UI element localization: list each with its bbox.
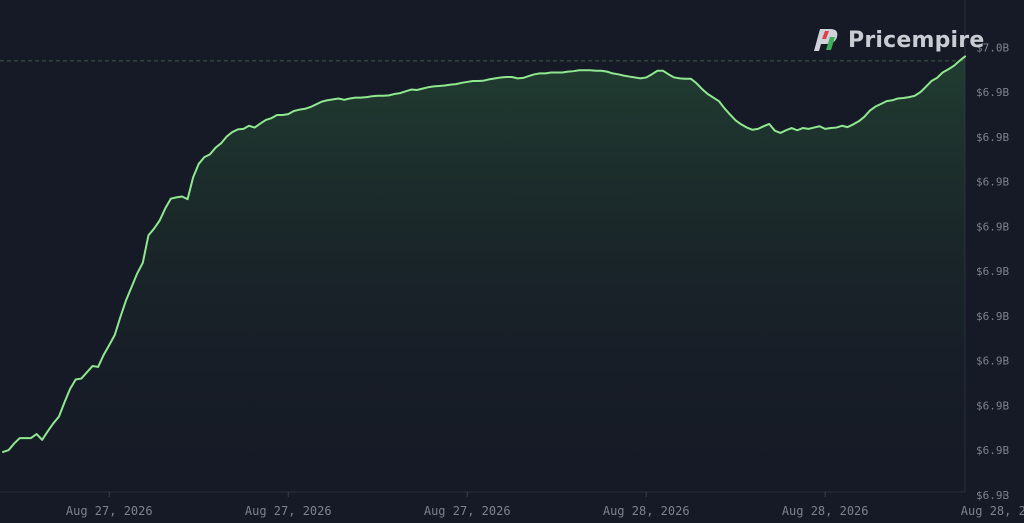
x-tick-label: Aug 27, 2026 [66, 504, 153, 518]
x-tick-label: Aug 27, 2026 [245, 504, 332, 518]
y-tick-label: $6.9B [976, 176, 1009, 189]
series-area [3, 56, 965, 493]
y-tick-label: $6.9B [976, 444, 1009, 457]
pricempire-logo-icon [814, 29, 838, 51]
chart-container: $7.0B $6.9B $6.9B $6.9B $6.9B $6.9B $6.9B $6.9B… [0, 0, 1024, 523]
y-tick-label: $6.9B [976, 220, 1009, 233]
x-tick-label: Aug 28, 2026 [782, 504, 869, 518]
y-tick-label: $6.9B [976, 131, 1009, 144]
x-tick-label: Aug 27, 2026 [424, 504, 511, 518]
y-tick-label: $6.9B [976, 355, 1009, 368]
brand-name: Pricempire [848, 27, 985, 53]
x-tick-label: Aug 28, 2026 [603, 504, 690, 518]
y-tick-label: $6.9B [976, 265, 1009, 278]
y-tick-label: $6.9B [976, 399, 1009, 412]
brand-logo: Pricempire [810, 24, 984, 56]
x-tick-label: Aug 28, 2026 [961, 504, 1024, 518]
y-tick-label: $6.9B [976, 86, 1009, 99]
y-tick-label: $6.9B [976, 310, 1009, 323]
chart-svg: $7.0B$6.9B$6.9B$6.9B$6.9B$6.9B$6.9B$6.9B… [0, 0, 1024, 518]
